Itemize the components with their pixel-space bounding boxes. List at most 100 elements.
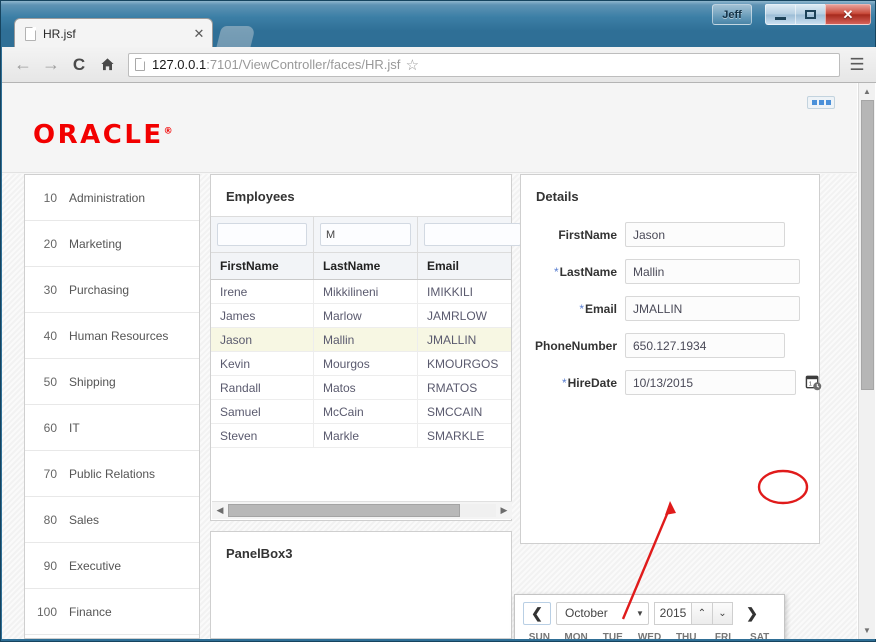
year-value[interactable]: 2015: [654, 601, 691, 625]
calendar-header: ❮ October ▼ 2015 ⌃ ⌄ ❯: [515, 595, 784, 625]
column-header-email[interactable]: Email: [418, 253, 528, 279]
back-button[interactable]: ←: [10, 52, 36, 78]
filter-cell-lastname: [314, 217, 418, 252]
department-row[interactable]: 40 Human Resources: [25, 313, 199, 359]
forward-button[interactable]: →: [38, 52, 64, 78]
department-name: Marketing: [69, 236, 122, 251]
cell-lastname: Mallin: [314, 328, 418, 351]
table-row[interactable]: Randall Matos RMATOS: [211, 376, 528, 400]
label-text: LastName: [559, 264, 617, 279]
calendar-weekday-header: SUN MON TUE WED THU FRI SAT: [521, 629, 778, 639]
oracle-wordmark: ORACLE: [33, 120, 164, 150]
dot-icon: [811, 100, 817, 105]
tab-close-icon[interactable]: ✕: [192, 26, 206, 41]
employees-table-header: FirstName LastName Email: [211, 253, 528, 280]
column-header-lastname[interactable]: LastName: [314, 253, 418, 279]
departments-list-panel: 10 Administration 20 Marketing 30 Purchasing 4…: [24, 174, 200, 639]
prev-month-button[interactable]: ❮: [523, 601, 551, 625]
department-name: Administration: [69, 190, 146, 205]
scroll-left-icon[interactable]: ◀: [212, 505, 228, 516]
input-email[interactable]: [625, 296, 800, 321]
bookmark-star-icon[interactable]: ☆: [400, 56, 424, 74]
employees-title: Employees: [226, 189, 295, 204]
department-row[interactable]: 20 Marketing: [25, 221, 199, 267]
cell-lastname: Markle: [314, 424, 418, 447]
label-firstname: FirstName: [527, 228, 625, 242]
department-id: 50: [43, 374, 57, 389]
department-row[interactable]: 80 Sales: [25, 497, 199, 543]
department-row[interactable]: 90 Executive: [25, 543, 199, 589]
required-marker: *: [561, 375, 567, 390]
department-row[interactable]: 50 Shipping: [25, 359, 199, 405]
table-row[interactable]: Irene Mikkilineni IMIKKILI: [211, 280, 528, 304]
year-increment-button[interactable]: ⌃: [691, 601, 712, 625]
page-viewport: ORACLE® 10 Administration 20 Marketing 30 Pur…: [2, 83, 876, 639]
next-month-button[interactable]: ❯: [738, 602, 766, 625]
cell-lastname: Marlow: [314, 304, 418, 327]
table-row[interactable]: Samuel McCain SMCCAIN: [211, 400, 528, 424]
input-lastname[interactable]: [625, 259, 800, 284]
cell-lastname: McCain: [314, 400, 418, 423]
year-spinner[interactable]: 2015 ⌃ ⌄: [654, 601, 733, 625]
home-button[interactable]: [94, 52, 120, 78]
cell-email: SMARKLE: [418, 424, 528, 447]
scroll-down-icon[interactable]: ▼: [859, 622, 875, 639]
table-row[interactable]: James Marlow JAMRLOW: [211, 304, 528, 328]
input-hiredate[interactable]: [625, 370, 796, 395]
weekday-label: SUN: [528, 632, 550, 639]
label-text: HireDate: [567, 375, 617, 390]
department-name: Purchasing: [69, 282, 130, 297]
calendar-icon[interactable]: 1: [802, 373, 824, 393]
department-row[interactable]: 60 IT: [25, 405, 199, 451]
address-bar[interactable]: 127.0.0.1:7101/ViewController/faces/HR.j…: [128, 52, 840, 77]
svg-text:1: 1: [808, 381, 811, 387]
department-row[interactable]: 30 Purchasing: [25, 267, 199, 313]
panelbox3-panel: PanelBox3: [210, 531, 512, 639]
details-form: FirstName*LastName*EmailPhoneNumber*Hire…: [521, 216, 821, 401]
new-tab-button[interactable]: [216, 26, 256, 48]
department-row[interactable]: 10 Administration: [25, 175, 199, 221]
table-row[interactable]: Jason Mallin JMALLIN: [211, 328, 528, 352]
chrome-menu-icon[interactable]: ☰: [846, 56, 868, 73]
column-header-firstname[interactable]: FirstName: [211, 253, 314, 279]
required-marker: *: [579, 301, 584, 316]
reload-button[interactable]: C: [66, 52, 92, 78]
month-select[interactable]: October ▼: [556, 601, 649, 625]
browser-tab[interactable]: HR.jsf ✕: [14, 18, 213, 48]
panel-options-button[interactable]: [807, 96, 835, 109]
employees-horizontal-scrollbar[interactable]: ◀ ▶: [212, 501, 512, 519]
chevron-down-icon[interactable]: ▼: [632, 609, 648, 618]
cell-firstname: Samuel: [211, 400, 314, 423]
page-vertical-scrollbar[interactable]: ▲ ▼: [858, 83, 875, 639]
hscroll-thumb[interactable]: [228, 504, 460, 517]
table-row[interactable]: Steven Markle SMARKLE: [211, 424, 528, 448]
url-text: 127.0.0.1:7101/ViewController/faces/HR.j…: [152, 57, 400, 72]
hscroll-track[interactable]: [228, 504, 496, 517]
department-row[interactable]: 70 Public Relations: [25, 451, 199, 497]
table-row[interactable]: Kevin Mourgos KMOURGOS: [211, 352, 528, 376]
department-id: 40: [43, 328, 57, 343]
department-id: 10: [43, 190, 57, 205]
year-decrement-button[interactable]: ⌄: [712, 601, 733, 625]
employees-panel: Employees FirstName: [210, 174, 528, 521]
input-firstname[interactable]: [625, 222, 785, 247]
filter-input-firstname[interactable]: [217, 223, 307, 246]
details-field-row: FirstName: [521, 216, 819, 253]
input-phonenumber[interactable]: [625, 333, 785, 358]
cell-lastname: Matos: [314, 376, 418, 399]
departments-list: 10 Administration 20 Marketing 30 Purchasing 4…: [25, 175, 199, 635]
details-field-row: *LastName: [521, 253, 819, 290]
cell-firstname: Irene: [211, 280, 314, 303]
date-picker-popup[interactable]: ❮ October ▼ 2015 ⌃ ⌄ ❯ SUN MON TUE WED T…: [514, 594, 785, 639]
vscroll-thumb[interactable]: [861, 100, 874, 390]
department-name: Human Resources: [69, 328, 169, 343]
filter-input-lastname[interactable]: [320, 223, 411, 246]
label-email: *Email: [527, 302, 625, 316]
scroll-right-icon[interactable]: ▶: [496, 505, 512, 516]
department-row[interactable]: 100 Finance: [25, 589, 199, 635]
label-text: PhoneNumber: [534, 338, 617, 353]
cell-firstname: Kevin: [211, 352, 314, 375]
cell-email: KMOURGOS: [418, 352, 528, 375]
filter-input-email[interactable]: [424, 223, 521, 246]
scroll-up-icon[interactable]: ▲: [859, 83, 875, 100]
